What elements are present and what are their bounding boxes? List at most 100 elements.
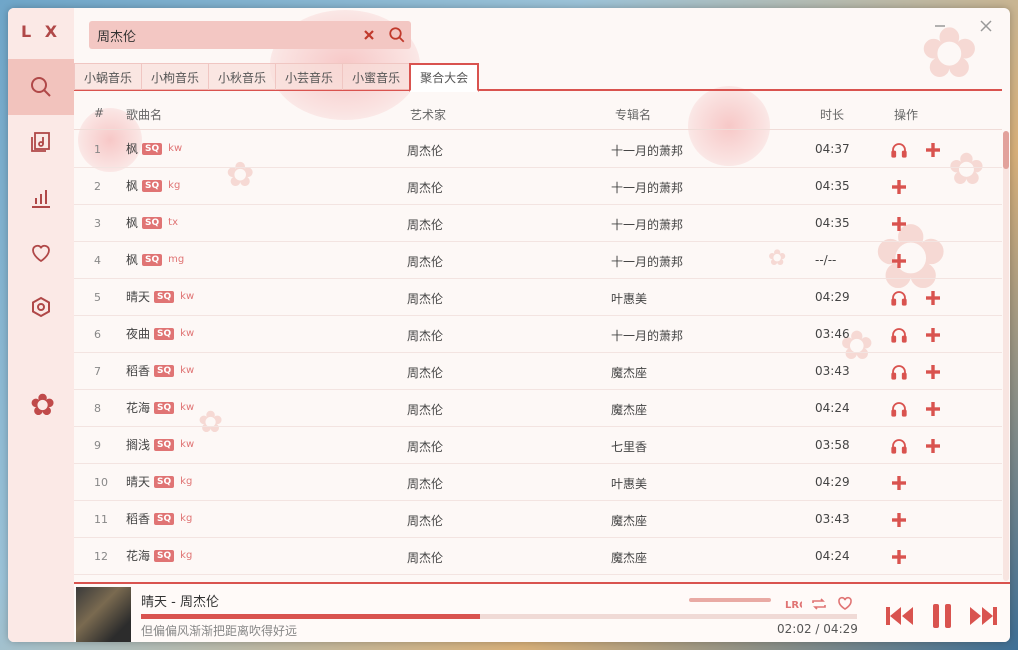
add-to-list-button[interactable] xyxy=(888,546,909,567)
next-button[interactable] xyxy=(967,600,999,632)
table-row[interactable]: 5 晴天 SQ kw 周杰伦 叶惠美 04:29 xyxy=(74,279,1002,316)
add-to-list-button[interactable] xyxy=(922,139,943,160)
table-row[interactable]: 7 稻香 SQ kw 周杰伦 魔杰座 03:43 xyxy=(74,353,1002,390)
tab-source-3[interactable]: 小秋音乐 xyxy=(208,63,277,90)
playback-progress[interactable] xyxy=(141,614,857,619)
table-row[interactable]: 2 枫 SQ kg 周杰伦 十一月的萧邦 04:35 xyxy=(74,168,1002,205)
add-to-list-button[interactable] xyxy=(922,324,943,345)
listen-button[interactable] xyxy=(888,361,909,382)
table-row[interactable]: 8 花海 SQ kw 周杰伦 魔杰座 04:24 xyxy=(74,390,1002,427)
sidebar-item-search[interactable] xyxy=(8,59,74,115)
list-scrollbar[interactable] xyxy=(1003,131,1009,581)
quality-badge: SQ xyxy=(154,327,175,340)
listen-button[interactable] xyxy=(888,398,909,419)
add-to-list-button[interactable] xyxy=(888,250,909,271)
song-name: 晴天 xyxy=(126,475,151,489)
album-cover[interactable] xyxy=(76,587,131,642)
volume-slider[interactable] xyxy=(689,598,771,602)
artist-name[interactable]: 周杰伦 xyxy=(407,290,443,307)
artist-name[interactable]: 周杰伦 xyxy=(407,438,443,455)
clear-search-button[interactable] xyxy=(355,21,383,49)
settings-icon xyxy=(32,296,50,318)
artist-name[interactable]: 周杰伦 xyxy=(407,179,443,196)
pause-button[interactable] xyxy=(926,600,958,632)
album-name[interactable]: 魔杰座 xyxy=(611,549,647,566)
album-name[interactable]: 魔杰座 xyxy=(611,364,647,381)
favorite-add-button[interactable] xyxy=(836,595,854,613)
header-duration: 时长 xyxy=(820,108,845,122)
quality-badge: SQ xyxy=(142,253,163,266)
listen-button[interactable] xyxy=(888,324,909,345)
search-input[interactable] xyxy=(89,21,355,49)
artist-name[interactable]: 周杰伦 xyxy=(407,549,443,566)
song-name-cell: 花海 SQ kw xyxy=(126,399,194,416)
duration: 03:46 xyxy=(815,327,850,341)
row-operations xyxy=(888,213,909,234)
table-row[interactable]: 9 搁浅 SQ kw 周杰伦 七里香 03:58 xyxy=(74,427,1002,464)
song-name-cell: 晴天 SQ kg xyxy=(126,473,192,490)
song-name: 枫 xyxy=(126,142,139,156)
row-operations xyxy=(888,176,909,197)
album-name[interactable]: 魔杰座 xyxy=(611,401,647,418)
add-to-list-button[interactable] xyxy=(888,509,909,530)
sidebar-item-favorites[interactable] xyxy=(8,225,74,281)
previous-icon xyxy=(886,607,913,625)
search-button[interactable] xyxy=(383,21,411,49)
tab-source-1[interactable]: 小蜗音乐 xyxy=(74,63,143,90)
add-to-list-button[interactable] xyxy=(922,287,943,308)
table-row[interactable]: 3 枫 SQ tx 周杰伦 十一月的萧邦 04:35 xyxy=(74,205,1002,242)
add-to-list-button[interactable] xyxy=(888,213,909,234)
listen-button[interactable] xyxy=(888,139,909,160)
flower-decoration: ✿ xyxy=(30,388,56,423)
album-name[interactable]: 十一月的萧邦 xyxy=(611,253,683,270)
album-name[interactable]: 十一月的萧邦 xyxy=(611,327,683,344)
add-to-list-button[interactable] xyxy=(922,361,943,382)
listen-button[interactable] xyxy=(888,287,909,308)
table-row[interactable]: 6 夜曲 SQ kw 周杰伦 十一月的萧邦 03:46 xyxy=(74,316,1002,353)
artist-name[interactable]: 周杰伦 xyxy=(407,512,443,529)
artist-name[interactable]: 周杰伦 xyxy=(407,253,443,270)
repeat-mode-button[interactable] xyxy=(810,595,828,613)
album-name[interactable]: 十一月的萧邦 xyxy=(611,216,683,233)
song-name-cell: 枫 SQ kw xyxy=(126,140,182,157)
artist-name[interactable]: 周杰伦 xyxy=(407,216,443,233)
duration: 04:29 xyxy=(815,290,850,304)
artist-name[interactable]: 周杰伦 xyxy=(407,475,443,492)
tab-source-4[interactable]: 小芸音乐 xyxy=(275,63,344,90)
artist-name[interactable]: 周杰伦 xyxy=(407,364,443,381)
album-name[interactable]: 叶惠美 xyxy=(611,475,647,492)
artist-name[interactable]: 周杰伦 xyxy=(407,401,443,418)
close-window-button[interactable] xyxy=(978,18,994,34)
quality-badge: SQ xyxy=(142,142,163,155)
add-to-list-button[interactable] xyxy=(888,176,909,197)
tab-source-5[interactable]: 小蜜音乐 xyxy=(342,63,411,90)
header-artist: 艺术家 xyxy=(410,108,447,122)
table-row[interactable]: 11 稻香 SQ kg 周杰伦 魔杰座 03:43 xyxy=(74,501,1002,538)
sidebar-item-songlist[interactable] xyxy=(8,114,74,170)
minimize-button[interactable] xyxy=(932,18,948,34)
scrollbar-thumb[interactable] xyxy=(1003,131,1009,169)
tab-aggregate[interactable]: 聚合大会 xyxy=(409,63,480,92)
add-to-list-button[interactable] xyxy=(922,398,943,419)
table-row[interactable]: 1 枫 SQ kw 周杰伦 十一月的萧邦 04:37 xyxy=(74,131,1002,168)
album-name[interactable]: 十一月的萧邦 xyxy=(611,179,683,196)
sidebar-item-settings[interactable] xyxy=(8,279,74,335)
album-name[interactable]: 十一月的萧邦 xyxy=(611,142,683,159)
table-row[interactable]: 12 花海 SQ kg 周杰伦 魔杰座 04:24 xyxy=(74,538,1002,575)
lyric-toggle-button[interactable]: LRC xyxy=(784,595,802,613)
table-row[interactable]: 4 枫 SQ mg 周杰伦 十一月的萧邦 --/-- xyxy=(74,242,1002,279)
album-name[interactable]: 魔杰座 xyxy=(611,512,647,529)
artist-name[interactable]: 周杰伦 xyxy=(407,142,443,159)
album-name[interactable]: 叶惠美 xyxy=(611,290,647,307)
add-to-list-button[interactable] xyxy=(888,472,909,493)
listen-button[interactable] xyxy=(888,435,909,456)
heart-icon xyxy=(32,244,50,263)
previous-button[interactable] xyxy=(884,600,916,632)
add-to-list-button[interactable] xyxy=(922,435,943,456)
tab-source-2[interactable]: 小枸音乐 xyxy=(141,63,210,90)
table-row[interactable]: 10 晴天 SQ kg 周杰伦 叶惠美 04:29 xyxy=(74,464,1002,501)
album-name[interactable]: 七里香 xyxy=(611,438,647,455)
artist-name[interactable]: 周杰伦 xyxy=(407,327,443,344)
duration: 04:35 xyxy=(815,179,850,193)
sidebar-item-leaderboard[interactable] xyxy=(8,170,74,226)
